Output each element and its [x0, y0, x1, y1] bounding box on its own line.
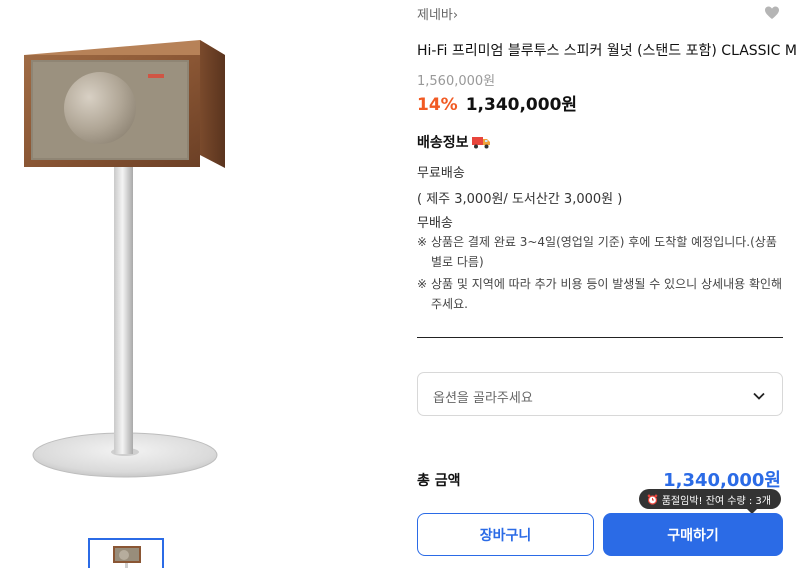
add-to-cart-button[interactable]: 장바구니	[417, 513, 594, 556]
stock-badge: 품절임박! 잔여 수량 : 3개	[638, 489, 781, 514]
shipping-heading-text: 배송정보	[417, 135, 469, 151]
chevron-down-icon	[752, 388, 766, 402]
truck-icon	[471, 134, 491, 150]
alarm-clock-icon	[647, 494, 658, 505]
brand-row: 제네바›	[417, 4, 783, 23]
product-main-image[interactable]	[0, 0, 400, 520]
stock-badge-text: 품절임박! 잔여 수량 : 3개	[661, 495, 771, 507]
note-mark: ※	[417, 235, 428, 249]
sale-price: 1,340,000원	[465, 95, 578, 115]
option-select-placeholder: 옵션을 골라주세요	[433, 391, 533, 406]
shipping-method: 무배송	[417, 216, 453, 231]
product-gallery	[0, 0, 400, 568]
heart-icon[interactable]	[764, 5, 780, 21]
shipping-extra-fee: ( 제주 3,000원/ 도서산간 3,000원 )	[417, 192, 623, 207]
divider	[417, 337, 783, 338]
speaker-illustration	[24, 40, 225, 478]
price-row: 14% 1,340,000원	[417, 90, 577, 115]
thumbnail-speaker-image	[113, 546, 141, 568]
shipping-note: ※ 상품은 결제 완료 3~4일(영업일 기준) 후에 도착할 예정입니다.(상…	[417, 232, 783, 272]
shipping-type: 무료배송	[417, 166, 465, 181]
brand-link[interactable]: 제네바›	[417, 8, 458, 23]
option-select[interactable]: 옵션을 골라주세요	[417, 372, 783, 416]
thumbnail-selected[interactable]	[88, 538, 164, 568]
product-info: 제네바› Hi-Fi 프리미엄 블루투스 스피커 월넛 (스탠드 포함) CLA…	[417, 0, 797, 568]
note-text: 상품은 결제 완료 3~4일(영업일 기준) 후에 도착할 예정입니다.(상품별…	[431, 235, 777, 269]
thumbnail-list	[88, 538, 164, 568]
total-label: 총 금액	[417, 473, 461, 489]
discount-rate: 14%	[417, 95, 458, 115]
shipping-heading: 배송정보	[417, 132, 491, 152]
shipping-note: ※ 상품 및 지역에 따라 추가 비용 등이 발생될 수 있으니 상세내용 확인…	[417, 274, 783, 314]
product-title: Hi-Fi 프리미엄 블루투스 스피커 월넛 (스탠드 포함) CLASSIC …	[417, 43, 797, 59]
buy-now-button[interactable]: 구매하기	[603, 513, 783, 556]
original-price: 1,560,000원	[417, 74, 496, 89]
note-mark: ※	[417, 277, 428, 291]
note-text: 상품 및 지역에 따라 추가 비용 등이 발생될 수 있으니 상세내용 확인해주…	[431, 277, 783, 311]
